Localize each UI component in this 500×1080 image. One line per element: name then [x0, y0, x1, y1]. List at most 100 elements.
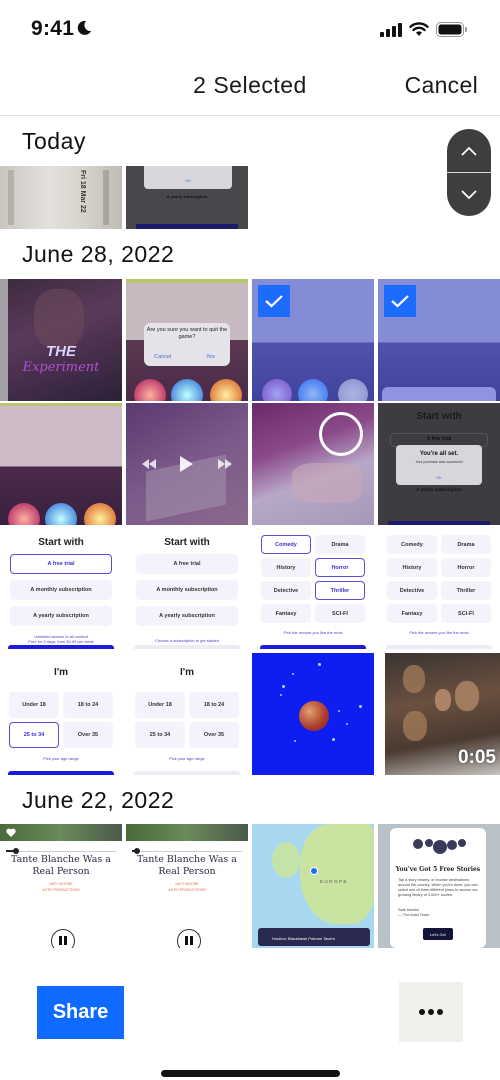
story-author: NATY MOORE [175, 881, 199, 886]
photo-thumbnail-selected[interactable] [378, 279, 500, 401]
label-text: Fri 18 Mar 22 [79, 170, 86, 213]
header-image [126, 824, 248, 841]
age-18-to-24: 18 to 24 [63, 692, 113, 718]
location-dot [310, 867, 318, 875]
image-thumbnail[interactable] [252, 653, 374, 775]
screenshot-thumbnail[interactable]: Are you sure you want to quit the game? … [126, 279, 248, 401]
section-header-june-22: June 22, 2022 [22, 787, 175, 813]
signoff-line: Safe travels! [398, 908, 420, 912]
poster-subtitle: Experiment [22, 360, 100, 375]
cancel-button[interactable]: Cancel [405, 72, 478, 99]
genre-history: History [387, 558, 437, 577]
battery-icon [436, 22, 467, 37]
screen-title: I'm [179, 667, 195, 678]
dialog-cancel: Cancel [154, 354, 172, 360]
signoff-line: — The Autio Team [398, 913, 430, 918]
option-yearly: A yearly subscription [10, 606, 112, 626]
option-text: A yearly subscription [166, 194, 208, 199]
screenshot-thumbnail[interactable]: You've Got 5 Free Stories Tap a story ne… [378, 824, 500, 948]
screen-title: I'm [53, 667, 69, 678]
note-line: Pick the movies you like the most [283, 630, 343, 635]
checkmark-icon [384, 285, 416, 317]
screenshot-thumbnail[interactable]: Tante Blanche Was a Real Person NATY MOO… [126, 824, 248, 948]
genre-drama: Drama [315, 535, 365, 554]
checkmark-icon [258, 285, 290, 317]
story-producer: AUTIO PRODUCTIONS [42, 887, 80, 892]
photo-thumbnail[interactable]: Fri 18 Mar 22 [0, 166, 122, 229]
age-over-35: Over 35 [189, 722, 239, 748]
scroll-control[interactable] [447, 129, 491, 216]
popup-title: You've Got 5 Free Stories [395, 866, 481, 873]
highlight-circle [319, 412, 363, 456]
note-line: Choose a subscription to get started [154, 638, 220, 643]
screenshot-thumbnail[interactable]: Comedy Drama History Horror Detective Th… [252, 527, 374, 649]
header-image [0, 824, 122, 841]
scroll-up-button[interactable] [447, 129, 491, 172]
note-line: Free for 3 days, then $4.99 per week [28, 639, 94, 645]
photo-thumbnail[interactable] [252, 403, 374, 525]
note-line: Pick your age range [169, 756, 205, 761]
ellipsis-icon [419, 1009, 425, 1015]
section-header-today: Today [22, 128, 86, 154]
video-duration: 0:05 [457, 747, 496, 768]
screenshot-thumbnail[interactable]: I'm Under 18 18 to 24 25 to 34 Over 35 P… [126, 653, 248, 775]
option-text: A yearly subscription [416, 487, 462, 492]
screenshot-thumbnail[interactable]: EUROPE Houlton: Blackhawk Putnam Tavern [252, 824, 374, 948]
story-producer: AUTIO PRODUCTIONS [168, 887, 206, 892]
option-text: A free trial [426, 436, 452, 442]
genre-thriller: Thriller [315, 581, 365, 600]
video-thumbnail[interactable] [126, 403, 248, 525]
option-free-trial: A free trial [136, 554, 238, 574]
screenshot-thumbnail[interactable]: OK A yearly subscription [126, 166, 248, 229]
screenshot-thumbnail[interactable]: Comedy Drama History Horror Detective Th… [378, 527, 500, 649]
continue-bar [386, 645, 492, 649]
section-header-june-28: June 28, 2022 [22, 241, 175, 267]
poster-title: THE [46, 343, 76, 360]
genre-detective: Detective [261, 581, 311, 600]
age-25-to-34: 25 to 34 [9, 722, 59, 748]
photo-thumbnail[interactable]: THE Experiment [0, 279, 122, 401]
photo-thumbnail-selected[interactable] [252, 279, 374, 401]
screenshot-thumbnail[interactable]: I'm Under 18 18 to 24 25 to 34 Over 35 P… [0, 653, 122, 775]
map-footer-text: Houlton: Blackhawk Putnam Tavern [272, 936, 336, 941]
status-time: 9:41 [31, 17, 75, 40]
option-monthly: A monthly subscription [10, 580, 112, 600]
screenshot-thumbnail[interactable]: Start with A free trial You're all set. … [378, 403, 500, 525]
screen-title: Start with [416, 411, 462, 422]
continue-bar [8, 771, 114, 775]
screen-title: Start with [164, 537, 210, 548]
age-25-to-34: 25 to 34 [135, 722, 185, 748]
note-line: Pick the movies you like the most [409, 630, 469, 635]
note-line: Pick your age range [43, 756, 79, 761]
option-monthly: A monthly subscription [136, 580, 238, 600]
genre-thriller: Thriller [441, 581, 491, 600]
pause-button-mock [177, 929, 201, 948]
screenshot-thumbnail[interactable]: Start with A free trial A monthly subscr… [0, 527, 122, 649]
screenshot-thumbnail[interactable]: Tante Blanche Was a Real Person NATY MOO… [0, 824, 122, 948]
scroll-down-button[interactable] [447, 173, 491, 216]
continue-bar [8, 645, 114, 649]
genre-sci-fi: SCI-FI [315, 604, 365, 623]
share-button[interactable]: Share [37, 986, 124, 1039]
genre-fantasy: Fantasy [387, 604, 437, 623]
wifi-icon [409, 22, 429, 36]
status-icons [380, 22, 468, 37]
screenshot-thumbnail[interactable]: Start with A free trial A monthly subscr… [126, 527, 248, 649]
age-under-18: Under 18 [9, 692, 59, 718]
video-thumbnail[interactable]: 0:05 [385, 653, 500, 775]
home-indicator[interactable] [161, 1070, 340, 1077]
popup-body: Tap a story nearby, or browse destinatio… [398, 878, 478, 898]
photo-thumbnail[interactable] [0, 403, 122, 525]
genre-history: History [261, 558, 311, 577]
nav-bar: 2 Selected Cancel [0, 62, 500, 116]
heart-icon [6, 828, 16, 837]
story-title: Tante Blanche Was a Real Person [137, 854, 237, 877]
genre-sci-fi: SCI-FI [441, 604, 491, 623]
genre-drama: Drama [441, 535, 491, 554]
dialog-ok: OK [436, 475, 442, 480]
more-options-button[interactable] [399, 982, 463, 1042]
dialog-title: You're all set. [419, 451, 459, 457]
continue-bar [134, 771, 240, 775]
dialog-message: Are you sure you want to quit the game? [146, 327, 228, 341]
chevron-down-icon [461, 189, 477, 199]
